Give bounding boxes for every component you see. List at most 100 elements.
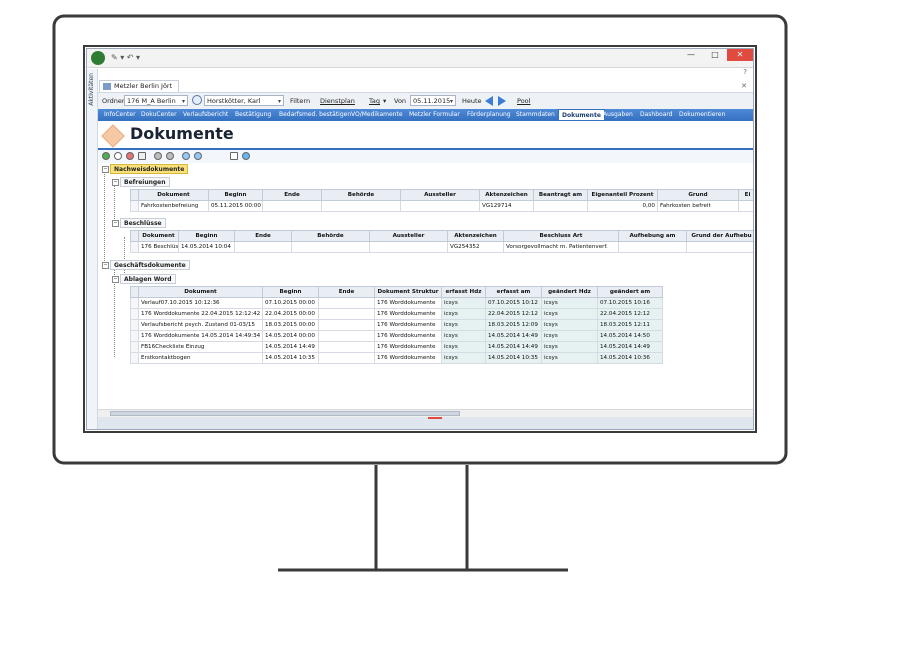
heute-button[interactable]: Heute [462, 97, 482, 105]
close-button[interactable]: ✕ [727, 49, 753, 61]
header-cell[interactable]: erfasst am [485, 286, 542, 298]
horizontal-scrollbar[interactable] [98, 409, 753, 417]
print-icon[interactable] [138, 152, 146, 160]
splitter-handle[interactable] [428, 417, 442, 419]
tab-stammdaten[interactable]: Stammdaten [516, 109, 555, 121]
header-cell[interactable]: Dokument [138, 286, 263, 298]
disabled-action-icon[interactable] [166, 152, 174, 160]
forward-icon[interactable] [194, 152, 202, 160]
filter-button[interactable]: Filtern [290, 97, 310, 105]
dienstplan-button[interactable]: Dienstplan [320, 97, 355, 105]
group-geschaeftsdokumente[interactable]: Geschäftsdokumente [110, 260, 190, 270]
header-cell[interactable]: Behörde [291, 230, 370, 242]
date-field[interactable]: 05.11.2015 ▾ [410, 95, 456, 106]
header-cell[interactable]: Ende [234, 230, 292, 242]
edit-icon[interactable] [114, 152, 122, 160]
table-row[interactable]: 176 Worddokumente 22.04.2015 12:12:42 22… [130, 308, 663, 320]
header-cell[interactable]: Ende [318, 286, 375, 298]
tab-dokucenter[interactable]: DokuCenter [141, 109, 177, 121]
header-cell[interactable]: Grund der Aufhebu [686, 230, 753, 242]
header-cell[interactable]: Beginn [208, 189, 263, 201]
previous-arrow-icon[interactable] [485, 96, 493, 106]
header-cell[interactable]: Aktenzeichen [447, 230, 504, 242]
header-cell[interactable]: Beginn [178, 230, 235, 242]
header-cell[interactable]: Aussteller [400, 189, 480, 201]
refresh-icon[interactable] [192, 95, 202, 105]
row-selector[interactable] [130, 241, 139, 253]
group-nachweisdokumente[interactable]: Nachweisdokumente [110, 164, 189, 174]
collapse-toggle[interactable]: − [112, 220, 119, 227]
pen-icon[interactable] [230, 152, 238, 160]
row-selector[interactable] [130, 200, 139, 212]
document-tab[interactable]: Metzler Berlin Jört [99, 80, 180, 92]
row-selector[interactable] [130, 341, 139, 353]
table-row[interactable]: Fahrkostenbefreiung 05.11.2015 00:00 VG1… [130, 200, 753, 212]
header-cell[interactable]: Beginn [262, 286, 319, 298]
person-select[interactable]: Horstkötter, Karl ▾ [204, 95, 284, 106]
row-selector[interactable] [130, 352, 139, 364]
activities-sidebar[interactable]: Aktivitäten [87, 69, 98, 429]
tab-close-button[interactable]: ✕ [741, 82, 747, 90]
table-row[interactable]: Verlauf07.10.2015 10:12:36 07.10.2015 00… [130, 297, 663, 309]
tag-chevron-icon[interactable]: ▾ [383, 97, 386, 105]
header-cell[interactable]: Aktenzeichen [479, 189, 534, 201]
header-cell[interactable]: Eigenanteil Prozent [587, 189, 658, 201]
header-cell[interactable]: Dokument [138, 189, 209, 201]
collapse-toggle[interactable]: − [102, 166, 109, 173]
group-beschluesse[interactable]: Beschlüsse [120, 218, 166, 228]
tab-vo-medikamente[interactable]: VO/Medikamente [351, 109, 403, 121]
table-row[interactable]: FB16Checkliste Einzug 14.05.2014 14:49 1… [130, 341, 663, 353]
header-cell[interactable]: geändert am [597, 286, 663, 298]
header-cell[interactable]: Beantragt am [533, 189, 588, 201]
tab-bestaetigung[interactable]: Bestätigung [235, 109, 271, 121]
tab-ausgaben[interactable]: Ausgaben [603, 109, 633, 121]
header-cell[interactable]: geändert Hdz [541, 286, 598, 298]
table-row[interactable]: Erstkontaktbogen 14.05.2014 10:35 176 Wo… [130, 352, 663, 364]
table-cell[interactable]: Fahrkosten befreit [657, 200, 739, 212]
header-cell[interactable]: Aussteller [369, 230, 448, 242]
ordner-select[interactable]: 176 M_A Berlin ▾ [124, 95, 188, 106]
tab-bedarfsmed[interactable]: Bedarfsmed. bestätigen [279, 109, 351, 121]
collapse-toggle[interactable]: − [102, 262, 109, 269]
scrollbar-thumb[interactable] [110, 411, 460, 416]
next-arrow-icon[interactable] [498, 96, 506, 106]
row-selector[interactable] [130, 297, 139, 309]
disabled-action-icon[interactable] [154, 152, 162, 160]
header-cell[interactable]: Grund [657, 189, 739, 201]
header-cell[interactable]: Aufhebung am [618, 230, 687, 242]
header-cell[interactable]: Ende [262, 189, 322, 201]
add-icon[interactable] [102, 152, 110, 160]
tab-foerderplanung[interactable]: Förderplanung [467, 109, 511, 121]
group-befreiungen[interactable]: Befreiungen [120, 177, 170, 187]
group-ablagen-word[interactable]: Ablagen Word [120, 274, 176, 284]
header-cell[interactable]: Dokument Struktur [374, 286, 442, 298]
table-row[interactable]: 176 Worddokumente 14.05.2014 14:49:34 14… [130, 330, 663, 342]
collapse-toggle[interactable]: − [112, 276, 119, 283]
maximize-button[interactable]: □ [705, 49, 725, 61]
globe-icon[interactable] [242, 152, 250, 160]
header-cell[interactable]: Dokument [138, 230, 179, 242]
row-selector[interactable] [130, 319, 139, 331]
header-cell[interactable]: Beschluss Art [503, 230, 619, 242]
tab-dokumente[interactable]: Dokumente [558, 109, 605, 121]
back-icon[interactable] [182, 152, 190, 160]
pool-button[interactable]: Pool [517, 97, 530, 105]
row-selector[interactable] [130, 308, 139, 320]
tag-select[interactable]: Tag [369, 97, 380, 105]
app-logo-icon[interactable] [91, 51, 105, 65]
row-selector[interactable] [130, 330, 139, 342]
minimize-button[interactable]: — [681, 49, 701, 61]
collapse-toggle[interactable]: − [112, 179, 119, 186]
header-cell[interactable]: Ei [738, 189, 753, 201]
tab-infocenter[interactable]: InfoCenter [104, 109, 136, 121]
tab-dokumentieren[interactable]: Dokumentieren [679, 109, 725, 121]
table-row[interactable]: 176 Beschlüsse 14.05.2014 10:04 VG254352… [130, 241, 753, 253]
delete-icon[interactable] [126, 152, 134, 160]
tab-dashboard[interactable]: Dashboard [640, 109, 673, 121]
tab-verlaufsbericht[interactable]: Verlaufsbericht [183, 109, 228, 121]
header-cell[interactable]: Behörde [321, 189, 401, 201]
tab-metzler-formular[interactable]: Metzler Formular [409, 109, 460, 121]
help-button[interactable]: ? [743, 68, 747, 76]
header-cell[interactable]: erfasst Hdz [441, 286, 486, 298]
table-row[interactable]: Verlaufsbericht psych. Zustand 01-03/15 … [130, 319, 663, 331]
